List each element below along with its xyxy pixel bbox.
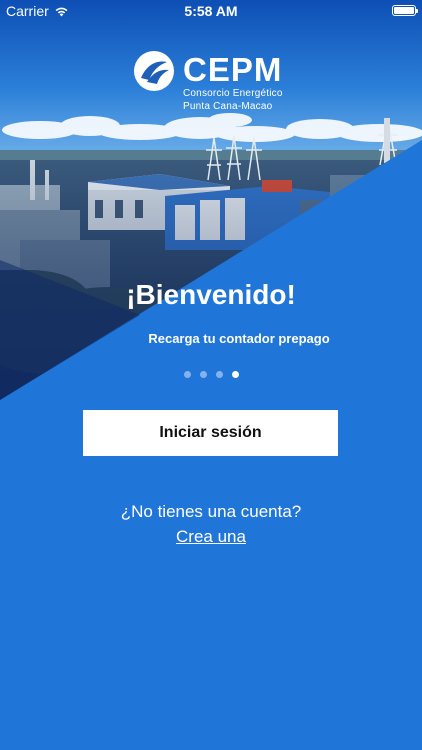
page-indicator[interactable] <box>0 371 422 378</box>
page-dot[interactable] <box>199 371 207 378</box>
welcome-title: ¡Bienvenido! <box>126 279 296 310</box>
page-dot[interactable] <box>183 371 191 378</box>
signup-link[interactable]: Crea una <box>0 527 422 547</box>
logo-name: CEPM <box>183 51 283 88</box>
signup-question: ¿No tienes una cuenta? <box>120 502 302 521</box>
page-dot[interactable] <box>215 371 223 378</box>
cepm-emblem-icon <box>134 51 174 91</box>
login-button[interactable]: Iniciar sesión <box>83 410 338 456</box>
cepm-logo: CEPM Consorcio Energético Punta Cana-Mac… <box>133 50 283 112</box>
page-dot[interactable] <box>231 371 239 378</box>
status-bar: Carrier 5:58 AM <box>0 0 422 22</box>
logo-subtitle-line1: Consorcio Energético <box>183 88 283 99</box>
welcome-subtitle: Recarga tu contador prepago <box>148 331 330 346</box>
battery-icon <box>392 5 418 16</box>
logo-subtitle-line2: Punta Cana-Macao <box>183 101 273 112</box>
clock: 5:58 AM <box>184 3 238 19</box>
